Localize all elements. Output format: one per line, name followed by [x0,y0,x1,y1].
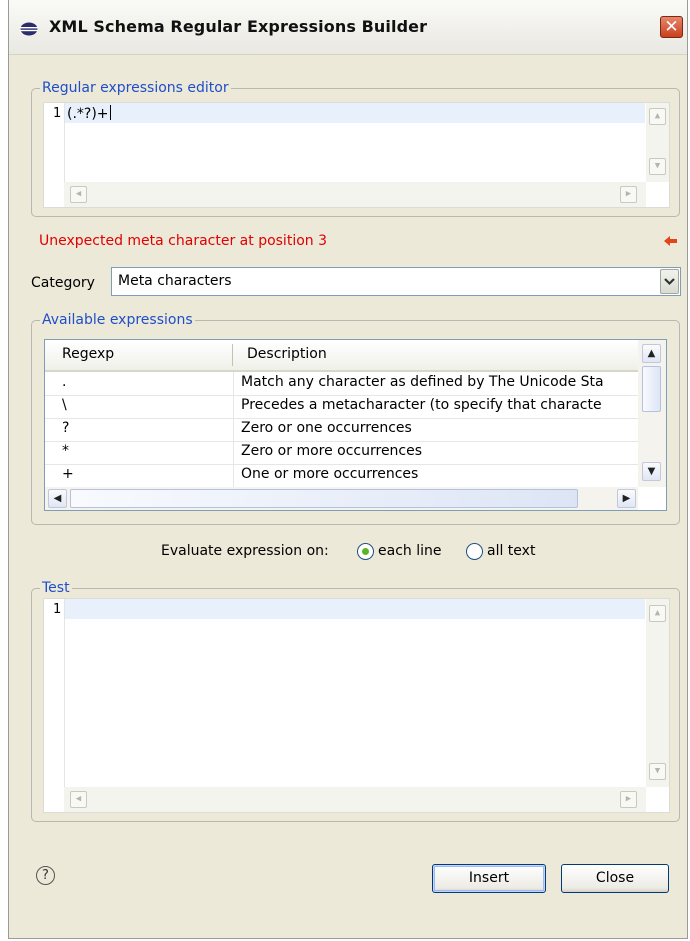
current-line-highlight [65,103,645,123]
help-icon[interactable]: ? [36,866,55,885]
text-caret [109,105,111,120]
evaluate-label: Evaluate expression on: [161,543,329,559]
table-row[interactable]: + One or more occurrences [45,464,638,487]
scroll-up-icon[interactable]: ▲ [649,605,666,622]
scroll-left-icon[interactable]: ◀ [70,186,87,203]
scroll-thumb[interactable] [642,366,661,412]
scroll-up-icon[interactable]: ▲ [642,344,661,363]
line-number: 1 [53,602,62,617]
radio-all-text-label[interactable]: all text [487,543,535,559]
scroll-left-icon[interactable]: ◀ [70,791,87,808]
regex-editor-legend: Regular expressions editor [40,79,231,97]
column-header-description[interactable]: Description [247,346,327,362]
radio-all-text[interactable] [466,543,483,560]
test-editor-gutter: 1 [44,599,65,812]
scroll-down-icon[interactable]: ▼ [649,763,666,780]
expressions-table[interactable]: Regexp Description . Match any character… [44,339,667,511]
regex-editor-gutter: 1 [44,103,65,207]
category-select[interactable]: Meta characters [111,267,681,296]
table-row[interactable]: \ Precedes a metacharacter (to specify t… [45,395,638,419]
available-expressions-legend: Available expressions [40,311,195,329]
close-window-button[interactable]: ✕ [660,16,683,38]
window-title: XML Schema Regular Expressions Builder [49,17,428,36]
test-legend: Test [40,579,72,597]
error-message: Unexpected meta character at position 3 [39,233,327,249]
regex-builder-dialog: XML Schema Regular Expressions Builder ✕… [8,0,688,939]
regex-editor-group: Regular expressions editor 1 (.*?)+ ▲ ▼ … [31,79,680,217]
scroll-right-icon[interactable]: ▶ [620,791,637,808]
chevron-down-icon[interactable] [660,269,679,294]
table-vscrollbar[interactable]: ▲ ▼ [638,340,666,487]
scroll-thumb[interactable] [70,489,578,508]
column-header-regexp[interactable]: Regexp [62,346,114,362]
close-icon: ✕ [664,17,679,37]
eclipse-logo-icon [20,22,38,36]
scroll-down-icon[interactable]: ▼ [649,158,666,175]
regex-editor[interactable]: 1 (.*?)+ ▲ ▼ ◀ ▶ [43,102,670,208]
table-row[interactable]: ? Zero or one occurrences [45,418,638,442]
error-arrow-icon [664,236,677,246]
scroll-down-icon[interactable]: ▼ [642,462,661,481]
close-button[interactable]: Close [561,864,669,893]
category-value: Meta characters [118,273,232,289]
table-row[interactable]: . Match any character as defined by The … [45,372,638,396]
scroll-right-icon[interactable]: ▶ [617,489,636,508]
table-hscrollbar[interactable]: ◀ ▶ [45,487,638,510]
test-editor[interactable]: 1 ▲ ▼ ◀ ▶ [43,598,670,813]
regex-editor-hscrollbar[interactable]: ◀ ▶ [64,182,646,207]
test-editor-vscrollbar[interactable]: ▲ ▼ [646,599,669,787]
test-editor-hscrollbar[interactable]: ◀ ▶ [64,787,646,812]
regex-editor-vscrollbar[interactable]: ▲ ▼ [646,103,669,182]
scroll-left-icon[interactable]: ◀ [48,489,67,508]
column-divider[interactable] [232,344,233,366]
table-header: Regexp Description [45,340,638,372]
line-number: 1 [53,106,62,121]
scroll-up-icon[interactable]: ▲ [649,108,666,125]
insert-button[interactable]: Insert [432,864,546,893]
radio-each-line[interactable] [357,543,374,560]
table-row[interactable]: * Zero or more occurrences [45,441,638,465]
scroll-right-icon[interactable]: ▶ [620,186,637,203]
test-group: Test 1 ▲ ▼ ◀ ▶ [31,579,680,822]
title-bar: XML Schema Regular Expressions Builder ✕ [9,0,687,55]
category-label: Category [31,275,95,291]
current-line-highlight [65,599,645,619]
regex-input-text[interactable]: (.*?)+ [67,105,111,122]
radio-each-line-label[interactable]: each line [378,543,441,559]
